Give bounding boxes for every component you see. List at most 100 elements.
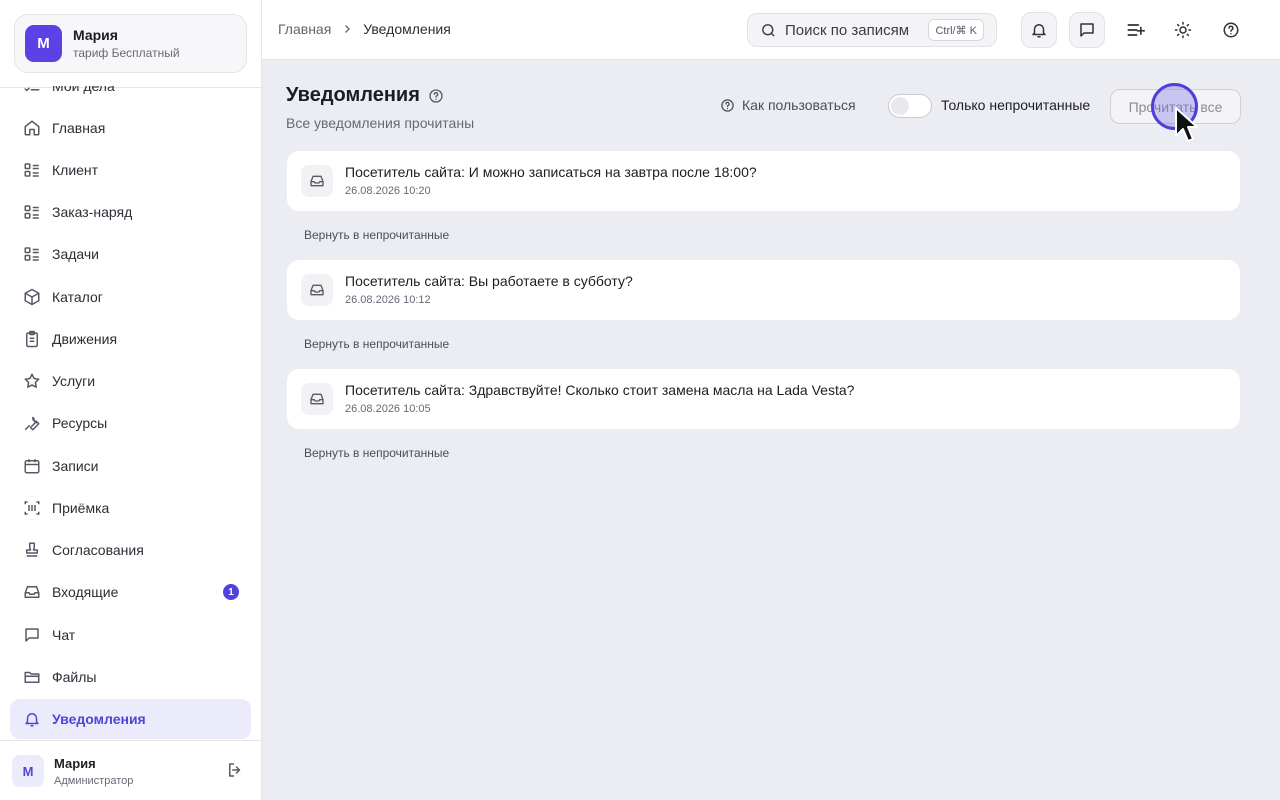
sidebar-item-client[interactable]: Клиент	[10, 150, 251, 190]
user-profile[interactable]: М Мария Администратор	[12, 752, 250, 790]
wrench-icon	[22, 413, 42, 433]
notification-card[interactable]: Посетитель сайта: Здравствуйте! Сколько …	[287, 369, 1240, 429]
inbox-icon	[301, 383, 333, 415]
sidebar-item-label: Записи	[52, 458, 99, 474]
barcode-icon	[22, 498, 42, 518]
notifications-button[interactable]	[1021, 12, 1057, 48]
notification-card[interactable]: Посетитель сайта: И можно записаться на …	[287, 151, 1240, 211]
sidebar-item-label: Каталог	[52, 289, 103, 305]
breadcrumb-current: Уведомления	[363, 21, 451, 37]
sidebar-item-resources[interactable]: Ресурсы	[10, 403, 251, 443]
page-title: Уведомления	[286, 84, 474, 107]
notification-text: Посетитель сайта: Вы работаете в субботу…	[345, 273, 633, 289]
bell-icon	[22, 709, 42, 729]
mark-unread-link[interactable]: Вернуть в непрочитанные	[304, 228, 449, 242]
chat-icon	[22, 625, 42, 645]
help-button[interactable]	[1213, 12, 1249, 48]
user-name: Мария	[54, 755, 96, 771]
sidebar-item-notifications[interactable]: Уведомления	[10, 699, 251, 739]
notification-time: 26.08.2026 10:05	[345, 403, 431, 415]
calendar-icon	[22, 456, 42, 476]
list-icon	[22, 160, 42, 180]
sidebar-item-label: Ресурсы	[52, 415, 108, 431]
sidebar-item-tasks[interactable]: Задачи	[10, 234, 251, 274]
sidebar-item-label: Движения	[52, 331, 118, 347]
sidebar-item-label: Клиент	[52, 162, 99, 178]
sidebar-item-intake[interactable]: Приёмка	[10, 488, 251, 528]
mouse-cursor-icon	[1174, 106, 1200, 144]
search-input[interactable]: Поиск по записям Ctrl/⌘ K	[747, 13, 997, 47]
profile-avatar: М	[25, 25, 62, 62]
star-icon	[22, 371, 42, 391]
sidebar-item-label: Главная	[52, 120, 106, 136]
inbox-icon	[22, 582, 42, 602]
sidebar-item-movements[interactable]: Движения	[10, 319, 251, 359]
how-to-use-link[interactable]: Как пользоваться	[720, 97, 856, 113]
page-header: Уведомления Все уведомления прочитаны	[286, 84, 474, 131]
home-icon	[22, 118, 42, 138]
folder-icon	[22, 667, 42, 687]
help-icon[interactable]	[428, 88, 444, 104]
page-title-text: Уведомления	[286, 84, 420, 106]
sidebar-item-label: Услуги	[52, 373, 96, 389]
sidebar-item-label: Входящие	[52, 584, 119, 600]
list-icon	[22, 202, 42, 222]
toggle-knob	[891, 97, 909, 115]
unread-only-label: Только непрочитанные	[941, 97, 1091, 113]
notification-card[interactable]: Посетитель сайта: Вы работаете в субботу…	[287, 260, 1240, 320]
breadcrumb-home[interactable]: Главная	[278, 21, 331, 37]
page-subtitle: Все уведомления прочитаны	[286, 115, 475, 131]
sidebar-item-label: Уведомления	[52, 711, 146, 727]
chevron-right-icon	[341, 23, 353, 35]
chat-icon	[1078, 21, 1096, 39]
sidebar-item-label: Заказ-наряд	[52, 204, 133, 220]
sidebar-item-work-order[interactable]: Заказ-наряд	[10, 192, 251, 232]
search-icon	[760, 22, 777, 39]
chat-button[interactable]	[1069, 12, 1105, 48]
sidebar-item-approvals[interactable]: Согласования	[10, 530, 251, 570]
sidebar-item-chat[interactable]: Чат	[10, 615, 251, 655]
notification-time: 26.08.2026 10:12	[345, 294, 431, 306]
theme-toggle-button[interactable]	[1165, 12, 1201, 48]
logout-icon[interactable]	[226, 761, 244, 779]
clipboard-icon	[22, 329, 42, 349]
sidebar-divider	[0, 740, 261, 741]
help-icon	[720, 98, 735, 113]
sidebar-item-services[interactable]: Услуги	[10, 361, 251, 401]
inbox-icon	[301, 274, 333, 306]
sidebar-item-catalog[interactable]: Каталог	[10, 277, 251, 317]
inbox-icon	[301, 165, 333, 197]
search-placeholder: Поиск по записям	[785, 21, 910, 39]
how-to-use-label: Как пользоваться	[742, 97, 856, 113]
notification-text: Посетитель сайта: Здравствуйте! Сколько …	[345, 382, 855, 398]
list-icon	[22, 244, 42, 264]
top-bar: Главная Уведомления Поиск по записям Ctr…	[262, 0, 1280, 60]
sidebar-item-my-tasks[interactable]: Мои дела	[10, 86, 251, 106]
unread-only-toggle[interactable]	[888, 94, 932, 118]
sun-icon	[1174, 21, 1192, 39]
notification-text: Посетитель сайта: И можно записаться на …	[345, 164, 757, 180]
sidebar-item-files[interactable]: Файлы	[10, 657, 251, 697]
profile-card[interactable]: М Мария тариф Бесплатный	[14, 14, 247, 73]
avatar: М	[12, 755, 44, 787]
list-add-icon	[1125, 20, 1145, 40]
breadcrumb: Главная Уведомления	[278, 21, 451, 37]
add-list-button[interactable]	[1117, 12, 1153, 48]
help-icon	[1222, 21, 1240, 39]
sidebar-item-home[interactable]: Главная	[10, 108, 251, 148]
sidebar-item-inbox[interactable]: Входящие 1	[10, 572, 251, 612]
search-shortcut: Ctrl/⌘ K	[928, 19, 984, 41]
sidebar-item-label: Задачи	[52, 246, 100, 262]
user-role: Администратор	[54, 774, 134, 787]
bell-icon	[1030, 21, 1048, 39]
sidebar: М Мария тариф Бесплатный Мои дела Главна…	[0, 0, 262, 800]
mark-unread-link[interactable]: Вернуть в непрочитанные	[304, 446, 449, 460]
sidebar-item-records[interactable]: Записи	[10, 446, 251, 486]
stamp-icon	[22, 540, 42, 560]
profile-plan: тариф Бесплатный	[73, 46, 180, 60]
sidebar-item-label: Чат	[52, 627, 76, 643]
notification-time: 26.08.2026 10:20	[345, 185, 431, 197]
mark-unread-link[interactable]: Вернуть в непрочитанные	[304, 337, 449, 351]
box-icon	[22, 287, 42, 307]
inbox-count-badge: 1	[223, 584, 239, 600]
